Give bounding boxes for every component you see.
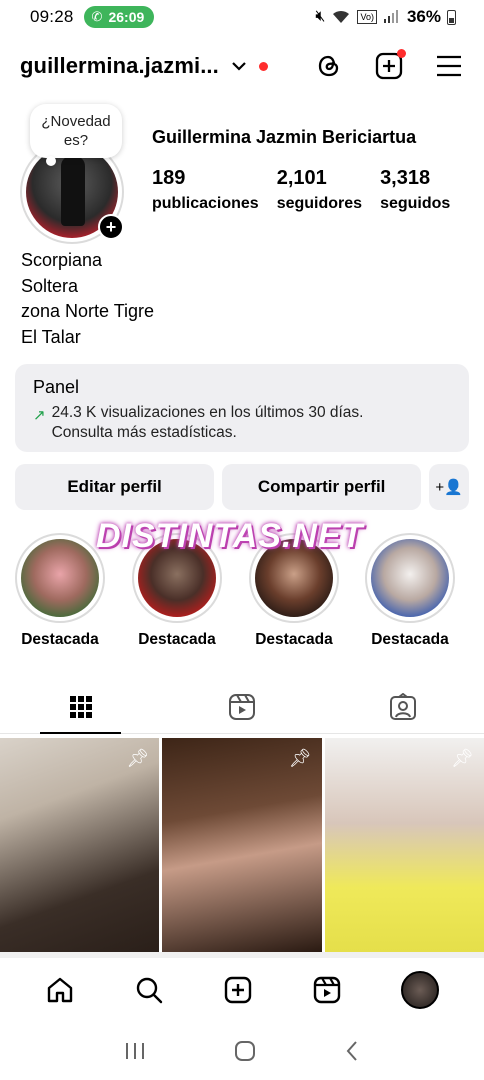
post-thumbnail[interactable]: 📌︎ [0,738,160,952]
highlight-item[interactable]: Destacada [362,533,458,649]
stat-value: 3,318 [380,167,431,189]
tab-reels[interactable] [161,680,322,733]
wifi-icon [333,10,350,23]
panel-title: Panel [33,377,80,397]
menu-icon[interactable] [434,51,464,81]
stat-label: seguidos [380,195,451,212]
grid-icon [69,695,92,718]
highlight-label: Destacada [21,631,99,648]
stat-label: publicaciones [152,195,259,212]
stat-posts[interactable]: 189 publicaciones [152,166,259,213]
share-profile-button[interactable]: Compartir perfil [222,464,422,510]
signal-icon [383,10,398,23]
create-icon[interactable] [223,975,253,1005]
status-bar: 09:28 ✆ 26:09 🔇︎ Vo) 36% [0,0,484,34]
chevron-down-icon[interactable] [231,61,247,71]
post-thumbnail[interactable]: 📌︎ [324,738,484,952]
bottom-navigation [0,958,484,1022]
professional-dashboard-panel[interactable]: Panel ↗ 24.3 K visualizaciones en los úl… [15,364,469,452]
story-note-bubble[interactable]: ¿Novedad es? [30,104,122,166]
stat-value: 2,101 [276,167,327,189]
back-icon[interactable] [344,1040,360,1062]
stat-followers[interactable]: 2,101 seguidores [277,166,362,213]
tab-tagged[interactable] [323,680,484,733]
pinned-icon: 📌︎ [288,748,312,768]
pinned-icon: 📌︎ [126,748,150,768]
pinned-icon: 📌︎ [451,748,474,768]
bio-line: El Talar [21,326,81,347]
system-navigation [0,1022,484,1080]
add-person-icon: +👤 [435,479,463,496]
home-icon[interactable] [45,975,75,1005]
highlight-item[interactable]: Destacada [12,533,108,649]
tab-posts-grid[interactable] [0,680,161,734]
battery-icon [447,9,456,25]
threads-icon[interactable] [314,51,344,81]
panel-stats-link[interactable]: Consulta más estadísticas. [52,423,364,443]
panel-views-text: 24.3 K visualizaciones en los últimos 30… [51,404,364,421]
reels-icon[interactable] [312,975,342,1005]
recent-apps-icon[interactable] [124,1041,146,1061]
tagged-icon [390,692,417,720]
stat-value: 189 [152,167,186,189]
posts-grid: 📌︎ 📌︎ 📌︎ [0,738,484,956]
highlight-label: Destacada [371,631,449,648]
profile-bio: Scorpiana Soltera zona Norte Tigre El Ta… [21,248,154,350]
profile-content-tabs [0,680,484,734]
highlight-cover [21,539,99,617]
battery-percent: 36% [406,7,441,26]
highlight-cover [371,539,449,617]
watermark: DISTINTAS.NET [96,517,364,555]
bio-line: Scorpiana [21,250,103,270]
trend-up-icon: ↗ [33,407,46,424]
profile-action-buttons: Editar perfil Compartir perfil +👤 [15,464,469,510]
stat-following[interactable]: 3,318 seguidos [380,166,450,213]
status-indicators: 🔇︎ Vo) 36% [315,7,456,27]
mute-icon: 🔇︎ [315,8,326,25]
discover-people-button[interactable]: +👤 [429,464,469,510]
highlight-label: Destacada [138,631,216,648]
profile-full-name: Guillermina Jazmin Bericiartua [152,127,417,147]
account-switcher-username[interactable]: guillermina.jazmi... [20,53,219,79]
stat-label: seguidores [276,195,363,212]
call-timer: 26:09 [108,9,145,25]
status-time: 09:28 [30,7,74,26]
profile-header: guillermina.jazmi... [0,46,484,86]
add-story-icon[interactable]: + [98,214,124,240]
notification-dot [258,61,268,71]
profile-stats: 189 publicaciones 2,101 seguidores 3,318… [152,166,468,213]
phone-icon: ✆ [91,9,103,24]
volte-icon: Vo) [357,10,377,24]
bio-line: zona Norte Tigre [21,301,155,321]
create-post-icon[interactable] [374,49,406,81]
post-thumbnail[interactable]: 📌︎ [162,738,322,952]
bio-line: Soltera [21,275,79,296]
edit-profile-button[interactable]: Editar perfil [15,464,215,510]
create-notification-dot [397,49,406,58]
home-button-icon[interactable] [234,1040,256,1062]
call-timer-pill[interactable]: ✆ 26:09 [83,6,155,28]
search-icon[interactable] [134,975,164,1005]
highlight-label: Destacada [255,631,333,648]
profile-avatar-tab[interactable] [400,971,439,1009]
reels-icon [228,693,255,720]
